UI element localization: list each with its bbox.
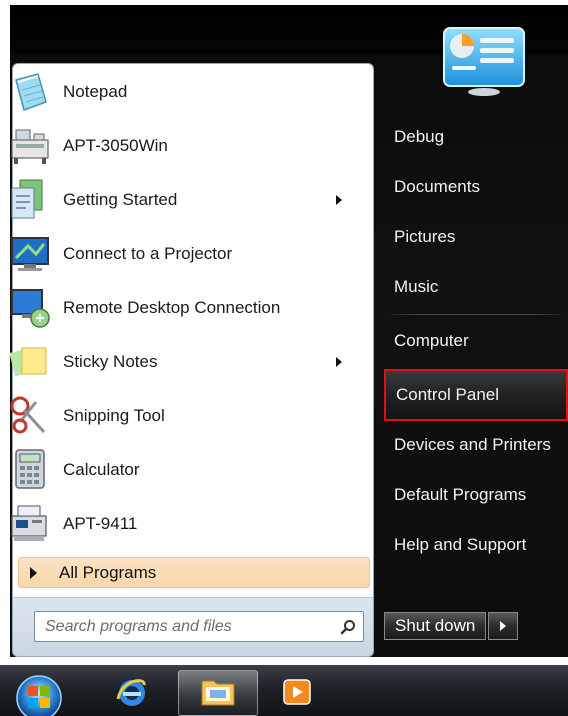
chevron-right-icon	[30, 566, 37, 579]
taskbar-media-button[interactable]	[272, 670, 322, 716]
shut-down-label: Shut down	[395, 616, 476, 635]
start-menu: Notepad APT-3050Win Getting Started Conn…	[0, 0, 568, 716]
program-item-snipping-tool[interactable]: Snipping Tool	[6, 390, 356, 442]
all-programs-button[interactable]: All Programs	[18, 557, 370, 588]
program-item-sticky-notes[interactable]: Sticky Notes	[6, 336, 356, 388]
all-programs-label: All Programs	[59, 562, 157, 582]
right-item-music[interactable]: Music	[384, 266, 568, 308]
right-item-label: Devices and Printers	[394, 435, 551, 454]
search-icon[interactable]	[333, 612, 363, 641]
machine-icon	[8, 124, 52, 168]
right-item-label: Help and Support	[394, 535, 527, 554]
program-label: Remote Desktop Connection	[63, 298, 281, 317]
right-item-label: Pictures	[394, 227, 456, 246]
projector-icon	[8, 232, 52, 276]
program-label: Notepad	[63, 82, 128, 101]
program-item-notepad[interactable]: Notepad	[6, 66, 356, 118]
right-item-label: Debug	[394, 127, 445, 146]
program-label: Snipping Tool	[63, 406, 165, 425]
control-panel-tile-icon	[440, 26, 530, 96]
program-label: APT-3050Win	[63, 136, 168, 155]
right-item-label: Computer	[394, 331, 469, 350]
shut-down-button[interactable]: Shut down	[384, 612, 487, 640]
program-label: Calculator	[63, 460, 140, 479]
program-label: Getting Started	[63, 190, 178, 209]
folder-icon	[198, 671, 238, 716]
program-item-apt-3050win[interactable]: APT-3050Win	[6, 120, 356, 172]
internet-explorer-icon	[112, 671, 152, 716]
calculator-icon	[8, 448, 52, 492]
start-orb-icon[interactable]	[10, 670, 68, 716]
program-item-connect-to-a-projector[interactable]: Connect to a Projector	[6, 228, 356, 280]
program-item-apt-9411[interactable]: APT-9411	[6, 498, 356, 550]
right-item-label: Documents	[394, 177, 480, 196]
submenu-arrow-icon[interactable]	[336, 357, 342, 367]
printer-machine-icon	[8, 502, 52, 546]
right-item-computer[interactable]: Computer	[384, 320, 568, 362]
right-item-label: Control Panel	[396, 385, 500, 404]
program-label: Connect to a Projector	[63, 244, 233, 263]
right-item-default-programs[interactable]: Default Programs	[384, 474, 568, 516]
program-item-calculator[interactable]: Calculator	[6, 444, 356, 496]
getting-started-icon	[8, 178, 52, 222]
search-area	[12, 597, 374, 657]
right-item-label: Music	[394, 277, 439, 296]
program-item-getting-started[interactable]: Getting Started	[6, 174, 356, 226]
right-item-label: Default Programs	[394, 485, 527, 504]
taskbar-explorer-button[interactable]	[178, 670, 258, 716]
media-player-icon	[280, 674, 314, 713]
right-item-devices-and-printers[interactable]: Devices and Printers	[384, 424, 568, 466]
taskbar-internet-explorer-button[interactable]	[100, 670, 164, 716]
right-item-help-and-support[interactable]: Help and Support	[384, 524, 568, 566]
search-box	[34, 611, 364, 642]
search-input[interactable]	[35, 612, 333, 641]
right-item-control-panel[interactable]: Control Panel	[384, 369, 568, 421]
chevron-right-icon	[500, 621, 507, 631]
submenu-arrow-icon[interactable]	[336, 195, 342, 205]
program-label: Sticky Notes	[63, 352, 158, 371]
program-label: APT-9411	[63, 514, 138, 533]
shut-down-options-button[interactable]	[488, 612, 519, 640]
remote-desktop-icon	[8, 286, 52, 330]
right-item-documents[interactable]: Documents	[384, 166, 568, 208]
scissors-icon	[8, 394, 52, 438]
program-item-remote-desktop-connection[interactable]: Remote Desktop Connection	[6, 282, 356, 334]
right-item-debug[interactable]: Debug	[384, 116, 568, 158]
sticky-notes-icon	[8, 340, 52, 384]
shutdown-control: Shut down	[384, 612, 519, 640]
right-item-pictures[interactable]: Pictures	[384, 216, 568, 258]
separator	[384, 314, 568, 315]
notepad-icon	[8, 70, 52, 114]
